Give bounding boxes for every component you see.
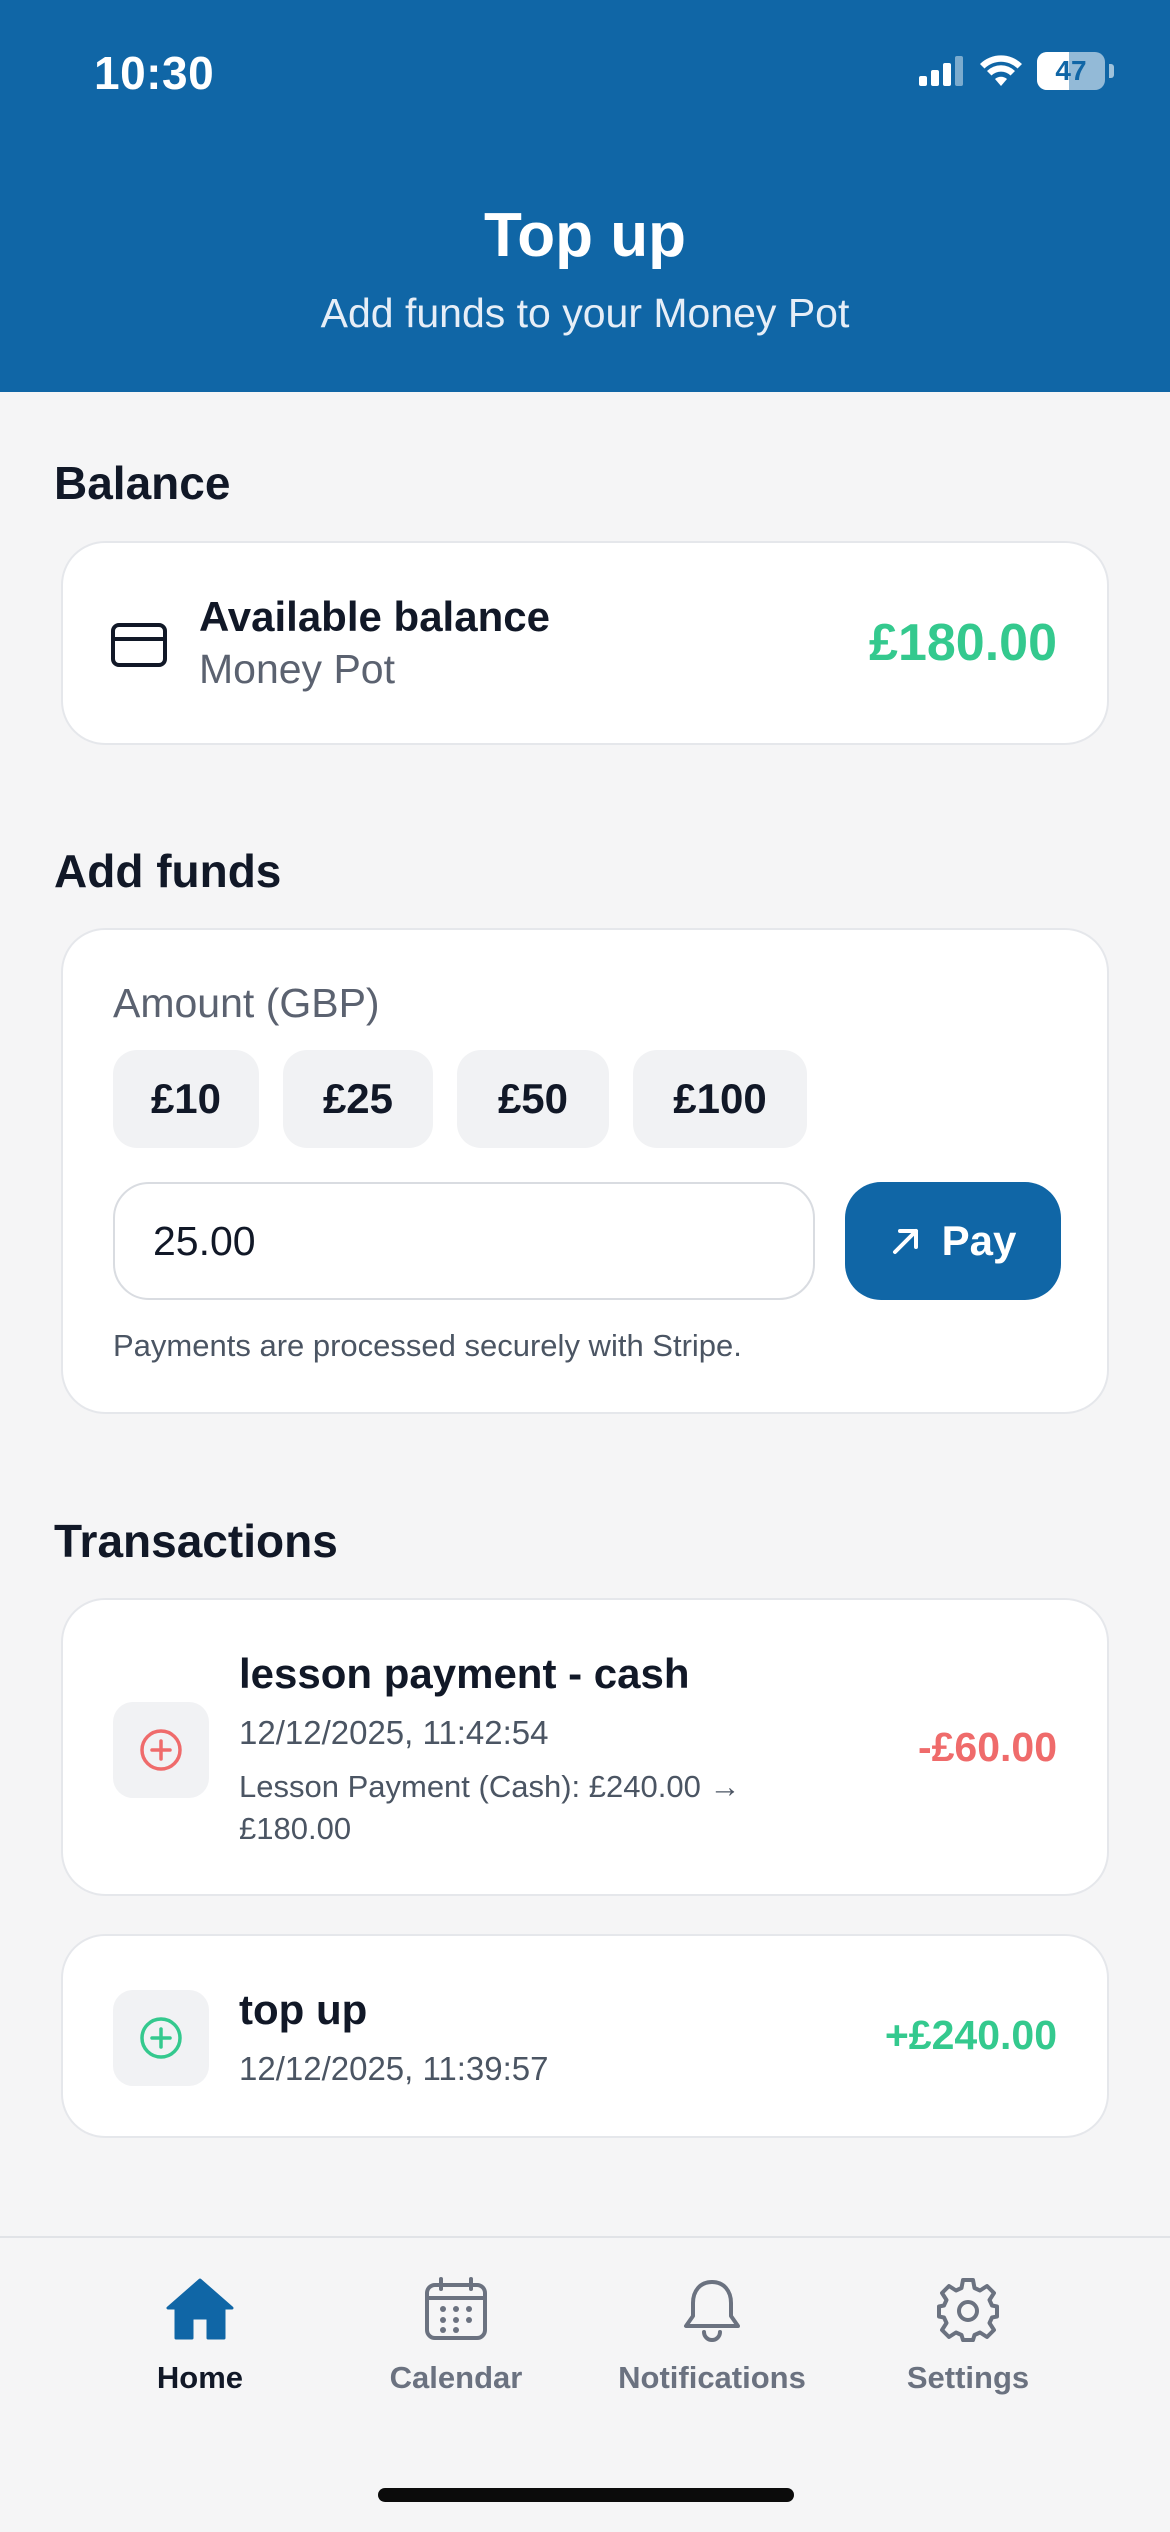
credit-card-icon bbox=[111, 623, 167, 667]
amount-input[interactable] bbox=[113, 1182, 815, 1300]
available-balance-label: Available balance bbox=[199, 593, 550, 640]
nav-label-calendar: Calendar bbox=[389, 2360, 523, 2395]
battery-icon: 47 bbox=[1037, 52, 1105, 90]
bell-icon bbox=[684, 2280, 740, 2342]
nav-item-notifications[interactable]: Notifications bbox=[582, 2276, 842, 2396]
cellular-signal-icon bbox=[919, 56, 963, 86]
plus-circle-icon bbox=[140, 1729, 182, 1771]
amount-chip-100[interactable]: £100 bbox=[633, 1050, 807, 1148]
amount-chips: £10 £25 £50 £100 bbox=[113, 1050, 807, 1148]
amount-chip-10[interactable]: £10 bbox=[113, 1050, 259, 1148]
nav-label-home: Home bbox=[156, 2360, 244, 2395]
pay-button[interactable]: Pay bbox=[845, 1182, 1061, 1300]
nav-item-calendar[interactable]: Calendar bbox=[326, 2276, 586, 2396]
pay-button-label: Pay bbox=[941, 1217, 1017, 1264]
nav-label-settings: Settings bbox=[906, 2360, 1030, 2395]
header: 10:30 47 Top up Add funds to your Money … bbox=[0, 0, 1170, 392]
balance-card: Available balance Money Pot £180.00 bbox=[61, 541, 1109, 745]
nav-label-notifications: Notifications bbox=[618, 2360, 806, 2395]
plus-circle-icon bbox=[140, 2017, 182, 2059]
transaction-note: Lesson Payment (Cash): £240.00 → £180.00 bbox=[239, 1769, 741, 1846]
transactions-section-title: Transactions bbox=[54, 1515, 338, 1567]
transaction-amount: +£240.00 bbox=[884, 2012, 1057, 2058]
transaction-item[interactable]: top up 12/12/2025, 11:39:57 +£240.00 bbox=[61, 1934, 1109, 2138]
balance-section-title: Balance bbox=[54, 457, 231, 509]
transaction-date: 12/12/2025, 11:39:57 bbox=[239, 2050, 549, 2087]
battery-tip bbox=[1109, 64, 1114, 78]
nav-item-settings[interactable]: Settings bbox=[838, 2276, 1098, 2396]
home-indicator bbox=[378, 2488, 794, 2502]
amount-chip-50[interactable]: £50 bbox=[457, 1050, 609, 1148]
transaction-item[interactable]: lesson payment - cash 12/12/2025, 11:42:… bbox=[61, 1598, 1109, 1896]
home-icon bbox=[166, 2278, 234, 2340]
transaction-title: lesson payment - cash bbox=[239, 1650, 690, 1697]
amount-label: Amount (GBP) bbox=[113, 980, 380, 1026]
transaction-title: top up bbox=[239, 1986, 368, 2033]
transaction-icon-box bbox=[113, 1990, 209, 2086]
page-title: Top up bbox=[484, 201, 686, 270]
status-time: 10:30 bbox=[94, 47, 215, 99]
transaction-date: 12/12/2025, 11:42:54 bbox=[239, 1714, 549, 1751]
money-pot-label: Money Pot bbox=[199, 646, 395, 692]
nav-item-home[interactable]: Home bbox=[70, 2276, 330, 2396]
transaction-amount: -£60.00 bbox=[917, 1724, 1057, 1770]
arrow-up-right-icon bbox=[892, 1229, 918, 1254]
status-icons: 47 bbox=[919, 52, 1114, 90]
calendar-icon bbox=[425, 2277, 487, 2340]
gear-icon bbox=[937, 2278, 999, 2342]
page-subtitle: Add funds to your Money Pot bbox=[320, 290, 850, 336]
battery-percent: 47 bbox=[1055, 55, 1087, 86]
wifi-icon bbox=[980, 55, 1022, 86]
amount-chip-25[interactable]: £25 bbox=[283, 1050, 433, 1148]
transaction-icon-box bbox=[113, 1702, 209, 1798]
add-funds-section-title: Add funds bbox=[54, 845, 282, 897]
add-funds-card: Amount (GBP) £10 £25 £50 £100 Pay Paymen… bbox=[61, 928, 1109, 1414]
balance-amount: £180.00 bbox=[869, 614, 1057, 672]
stripe-note: Payments are processed securely with Str… bbox=[113, 1328, 742, 1363]
